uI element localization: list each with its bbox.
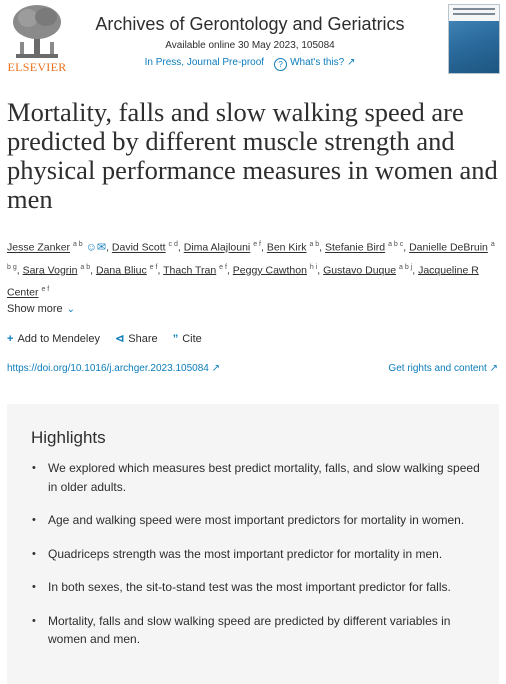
author-affiliations[interactable]: e f: [219, 264, 227, 271]
article-actions: + Add to Mendeley ⊲ Share ” Cite: [7, 332, 214, 345]
add-to-mendeley-label: Add to Mendeley: [17, 333, 100, 345]
plus-icon: +: [7, 333, 14, 345]
external-link-icon: ↗: [208, 363, 220, 374]
journal-cover-thumbnail[interactable]: [448, 4, 500, 74]
highlights-section: Highlights We explored which measures be…: [7, 404, 499, 684]
elsevier-logo[interactable]: ELSEVIER: [6, 2, 68, 76]
author-link[interactable]: Ben Kirk: [267, 242, 307, 254]
highlight-item: Quadriceps strength was the most importa…: [31, 545, 483, 564]
elsevier-tree-icon: [13, 5, 61, 58]
author-link[interactable]: Jesse Zanker: [7, 242, 70, 254]
author-affiliations[interactable]: e f: [253, 241, 261, 248]
journal-status-link[interactable]: In Press, Journal Pre-proof: [145, 57, 265, 68]
author-link[interactable]: Stefanie Bird: [325, 242, 385, 254]
author-list: Jesse Zanker a b ☺✉, David Scott c d, Di…: [7, 241, 495, 299]
chevron-down-icon: ⌄: [66, 304, 76, 315]
envelope-icon[interactable]: ✉: [97, 242, 106, 254]
share-label: Share: [128, 333, 158, 345]
quote-icon: ”: [172, 333, 179, 345]
cite-button[interactable]: ” Cite: [173, 333, 202, 345]
author-link[interactable]: Dima Alajlouni: [184, 242, 251, 254]
author-affiliations[interactable]: a b: [73, 241, 83, 248]
external-link-icon: ↗: [486, 363, 498, 374]
author-link[interactable]: Sara Vogrin: [23, 264, 78, 276]
availability-date: Available online 30 May 2023, 105084: [165, 40, 335, 51]
article-title: Mortality, falls and slow walking speed …: [7, 97, 498, 214]
author-link[interactable]: Gustavo Duque: [323, 264, 396, 276]
doi-link[interactable]: https://doi.org/10.1016/j.archger.2023.1…: [7, 363, 220, 374]
show-more-button[interactable]: Show more ⌄: [7, 303, 75, 315]
add-to-mendeley-button[interactable]: + Add to Mendeley: [7, 333, 100, 345]
highlight-item: We explored which measures best predict …: [31, 459, 483, 496]
highlights-list: We explored which measures best predict …: [31, 459, 483, 664]
person-icon[interactable]: ☺: [86, 242, 97, 254]
author-affiliations[interactable]: a b: [80, 264, 90, 271]
author-affiliations[interactable]: h i: [310, 264, 317, 271]
author-affiliations[interactable]: c d: [169, 241, 178, 248]
rights-link[interactable]: Get rights and content ↗: [388, 363, 498, 374]
publisher-wordmark: ELSEVIER: [7, 60, 67, 74]
highlight-item: Age and walking speed were most importan…: [31, 511, 483, 530]
highlights-title: Highlights: [31, 428, 106, 447]
article-header: ELSEVIER Archives of Gerontology and Ger…: [0, 0, 506, 82]
author-affiliations[interactable]: e f: [41, 286, 49, 293]
highlight-item: In both sexes, the sit-to-stand test was…: [31, 578, 483, 597]
rights-text: Get rights and content: [388, 363, 487, 374]
author-affiliations[interactable]: e f: [150, 264, 158, 271]
highlight-item: Mortality, falls and slow walking speed …: [31, 612, 483, 649]
doi-text: https://doi.org/10.1016/j.archger.2023.1…: [7, 363, 209, 374]
author-link[interactable]: Thach Tran: [163, 264, 216, 276]
show-more-label: Show more: [7, 303, 63, 315]
help-circle-icon: ?: [274, 58, 288, 71]
share-button[interactable]: ⊲ Share: [115, 333, 158, 345]
author-affiliations[interactable]: a b c: [388, 241, 403, 248]
author-affiliations[interactable]: a b: [309, 241, 319, 248]
author-link[interactable]: David Scott: [112, 242, 166, 254]
whats-this-link[interactable]: What's this?: [290, 57, 344, 68]
author-link[interactable]: Danielle DeBruin: [409, 242, 488, 254]
cite-label: Cite: [182, 333, 202, 345]
author-link[interactable]: Peggy Cawthon: [233, 264, 307, 276]
journal-title[interactable]: Archives of Gerontology and Geriatrics: [80, 14, 420, 35]
external-link-icon: ↗: [344, 57, 356, 68]
share-icon: ⊲: [115, 333, 125, 345]
author-affiliations[interactable]: a b j: [399, 264, 412, 271]
cover-title-band: [449, 5, 499, 21]
author-link[interactable]: Dana Bliuc: [96, 264, 147, 276]
status-links: In Press, Journal Pre-proof? What's this?…: [80, 57, 420, 71]
